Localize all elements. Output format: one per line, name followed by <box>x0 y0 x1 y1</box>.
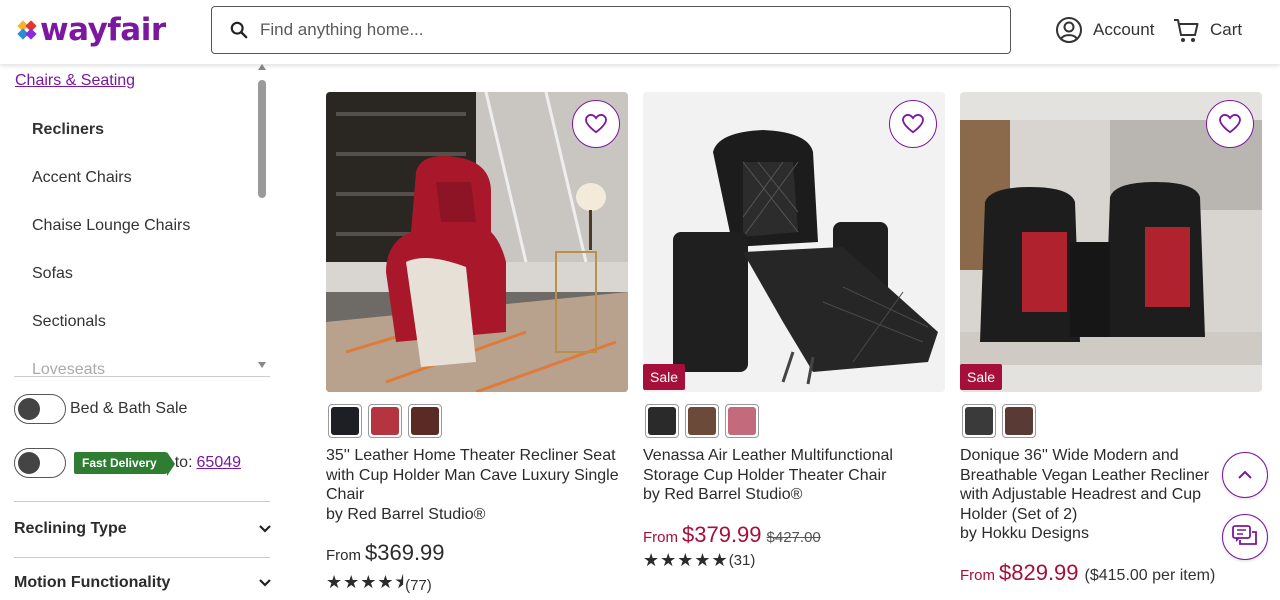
logo-mark-icon <box>17 20 37 40</box>
swatch-black-red[interactable] <box>962 404 996 438</box>
facet-reclining-type[interactable]: Reclining Type <box>14 520 272 538</box>
facet-label: Motion Functionality <box>14 574 171 591</box>
price-prefix: From <box>960 567 995 584</box>
chat-button[interactable] <box>1222 514 1268 560</box>
product-name: Venassa Air Leather Multifunctional Stor… <box>643 447 893 484</box>
delivery-zip-link[interactable]: 65049 <box>197 454 242 472</box>
swatch-black-brown[interactable] <box>1002 404 1036 438</box>
product-image[interactable] <box>326 92 628 392</box>
heart-icon <box>1219 114 1241 134</box>
price-prefix: From <box>643 529 678 546</box>
account-button[interactable]: Account <box>1055 14 1154 46</box>
cart-button[interactable]: Cart <box>1172 14 1242 46</box>
price: $829.99 <box>999 560 1079 585</box>
rating[interactable]: ★★★★★ (31) <box>643 550 755 571</box>
product-brand: by Hokku Designs <box>960 525 1089 542</box>
product-brand: by Red Barrel Studio® <box>643 486 803 503</box>
rating-stars-icon: ★★★★★ <box>643 550 729 570</box>
cart-icon <box>1174 19 1199 42</box>
favorite-heart-button[interactable] <box>889 100 937 148</box>
product-title[interactable]: Donique 36'' Wide Modern and Breathable … <box>960 446 1240 544</box>
price: $379.99 <box>682 522 762 547</box>
price-row: From $379.99 $427.00 <box>643 522 821 548</box>
category-item-accent-chairs[interactable]: Accent Chairs <box>32 168 190 216</box>
category-scrollbar[interactable] <box>258 80 266 198</box>
color-swatches <box>962 404 1036 438</box>
favorite-heart-button[interactable] <box>572 100 620 148</box>
fast-delivery-badge: Fast Delivery <box>74 452 175 476</box>
swatch-pink[interactable] <box>725 404 759 438</box>
chat-icon <box>1232 525 1257 545</box>
product-title[interactable]: Venassa Air Leather Multifunctional Stor… <box>643 446 945 505</box>
chevron-down-icon <box>259 579 271 587</box>
swatch-red[interactable] <box>368 404 402 438</box>
product-image[interactable]: Sale <box>960 92 1262 392</box>
wayfair-logo[interactable]: wayfair <box>16 10 166 50</box>
color-swatches <box>328 404 442 438</box>
favorite-heart-button[interactable] <box>1206 100 1254 148</box>
category-item-recliners[interactable]: Recliners <box>32 120 190 168</box>
price-row: From $829.99 ($415.00 per item) <box>960 560 1215 586</box>
swatch-black[interactable] <box>328 404 362 438</box>
sale-badge: Sale <box>960 364 1003 390</box>
price-row: From $369.99 <box>326 540 445 566</box>
search-icon <box>230 21 248 39</box>
facet-motion-functionality[interactable]: Motion Functionality <box>14 574 272 592</box>
per-item-price: ($415.00 per item) <box>1084 567 1216 584</box>
heart-icon <box>585 114 607 134</box>
rating[interactable]: ★★★★⯨ (77) <box>326 570 432 600</box>
swatch-brown[interactable] <box>408 404 442 438</box>
review-count: (77) <box>405 576 432 594</box>
color-swatches <box>645 404 759 438</box>
price: $369.99 <box>365 540 445 565</box>
category-item-chaise-lounge-chairs[interactable]: Chaise Lounge Chairs <box>32 216 190 264</box>
bed-bath-sale-toggle[interactable] <box>14 394 66 424</box>
review-count: (31) <box>728 552 756 569</box>
category-item-sectionals[interactable]: Sectionals <box>32 312 190 360</box>
scroll-down-arrow-icon[interactable] <box>258 362 266 368</box>
scroll-up-arrow-icon[interactable] <box>258 64 266 70</box>
chevron-down-icon <box>259 525 271 533</box>
facet-label: Reclining Type <box>14 520 127 537</box>
product-brand: by Red Barrel Studio® <box>326 505 486 523</box>
search-placeholder: Find anything home... <box>260 20 424 39</box>
price-prefix: From <box>326 547 361 564</box>
rating-stars-icon: ★★★★⯨ <box>326 572 406 592</box>
product-name: 35'' Leather Home Theater Recliner Seat … <box>326 447 619 503</box>
swatch-brown[interactable] <box>685 404 719 438</box>
bed-bath-sale-label: Bed & Bath Sale <box>70 400 188 417</box>
search-input[interactable]: Find anything home... <box>211 6 1011 54</box>
bed-bath-sale-filter: Bed & Bath Sale <box>14 394 187 424</box>
divider <box>14 501 270 502</box>
swatch-black[interactable] <box>645 404 679 438</box>
product-image[interactable]: Sale <box>643 92 945 392</box>
sale-badge: Sale <box>643 364 686 390</box>
fast-delivery-filter: Fast Delivery to: 65049 <box>14 448 241 478</box>
category-link-chairs-seating[interactable]: Chairs & Seating <box>15 72 135 90</box>
logo-wordmark: wayfair <box>40 12 166 48</box>
category-list: Recliners Accent Chairs Chaise Lounge Ch… <box>32 120 190 408</box>
product-name: Donique 36'' Wide Modern and Breathable … <box>960 447 1210 523</box>
delivery-to-label: to: <box>174 454 193 471</box>
cart-label: Cart <box>1210 20 1243 39</box>
fast-delivery-toggle[interactable] <box>14 448 66 478</box>
was-price: $427.00 <box>766 529 821 546</box>
site-header: wayfair Find anything home... Account Ca… <box>0 0 1280 64</box>
heart-icon <box>902 114 924 134</box>
back-to-top-button[interactable] <box>1222 452 1268 498</box>
filter-sidebar: Chairs & Seating Recliners Accent Chairs… <box>0 64 290 591</box>
divider <box>14 557 270 558</box>
divider <box>14 376 270 377</box>
chevron-up-icon <box>1238 470 1252 479</box>
category-item-sofas[interactable]: Sofas <box>32 264 190 312</box>
account-label: Account <box>1093 20 1155 39</box>
account-icon <box>1056 17 1082 43</box>
product-title[interactable]: 35'' Leather Home Theater Recliner Seat … <box>326 446 628 524</box>
